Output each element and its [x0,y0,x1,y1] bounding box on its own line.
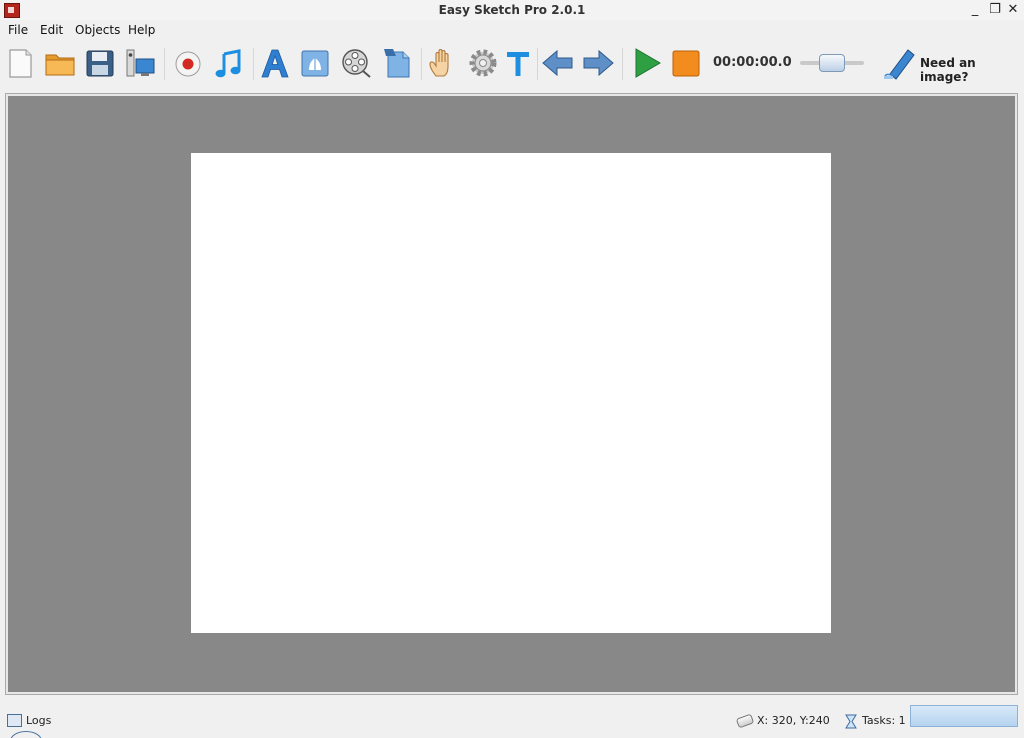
menu-bar: File Edit Objects Help [0,21,1024,41]
eraser-pen-icon [884,49,915,80]
title-bar: Easy Sketch Pro 2.0.1 _ ❐ ✕ [0,0,1024,20]
minimize-button[interactable]: _ [966,1,984,19]
task-progress-bar [910,705,1018,727]
stop-button[interactable] [669,46,703,80]
toolbar-separator [253,48,254,80]
film-reel-icon [342,49,371,78]
menu-help[interactable]: Help [128,23,155,37]
export-button[interactable] [123,46,157,80]
maximize-button[interactable]: ❐ [986,1,1004,19]
drawing-canvas[interactable] [191,153,831,633]
next-button[interactable] [581,46,615,80]
play-icon [635,48,661,78]
toolbar-separator [421,48,422,80]
hand-tool-button[interactable] [426,46,460,80]
floppy-disk-icon [86,50,114,77]
blank-page-icon [9,49,32,78]
gear-icon [469,49,497,77]
coordinates-label: X: 320, Y:240 [757,714,830,727]
timer-readout: 00:00:00.0 [713,55,792,70]
record-button[interactable] [171,46,205,80]
arrow-left-icon [542,49,573,77]
text-tool-button[interactable] [501,46,535,80]
app-window: Easy Sketch Pro 2.0.1 _ ❐ ✕ File Edit Ob… [0,0,1024,738]
add-video-button[interactable] [339,46,373,80]
zoom-slider[interactable] [800,53,864,73]
music-button[interactable] [211,46,245,80]
arrow-right-icon [583,49,614,77]
record-icon [175,51,201,77]
toolbar-separator [622,48,623,80]
toolbar: 00:00:00.0 Need an image? [0,42,1024,88]
save-project-button[interactable] [83,46,117,80]
slider-thumb[interactable] [819,54,845,72]
image-icon [301,50,329,77]
logs-icon [7,714,22,727]
toolbar-separator [164,48,165,80]
close-button[interactable]: ✕ [1004,1,1022,19]
open-project-button[interactable] [43,46,77,80]
add-image-button[interactable] [298,46,332,80]
play-button[interactable] [630,46,664,80]
tasks-label: Tasks: 1 [862,714,906,727]
window-title: Easy Sketch Pro 2.0.1 [438,3,586,17]
new-document-button[interactable] [3,46,37,80]
text-t-icon [507,52,529,76]
menu-objects[interactable]: Objects [75,23,120,37]
menu-edit[interactable]: Edit [40,23,63,37]
letter-a-icon [261,49,289,78]
document-icon [384,49,410,78]
add-file-button[interactable] [380,46,414,80]
folder-icon [45,54,75,76]
settings-button[interactable] [466,46,500,80]
previous-button[interactable] [541,46,575,80]
stop-icon [672,50,700,77]
status-bar: Logs X: 320, Y:240 Tasks: 1 [0,706,1024,738]
workspace-area[interactable] [5,93,1018,695]
hourglass-icon [845,714,857,729]
music-note-icon [215,49,241,78]
computer-export-icon [126,49,155,77]
menu-file[interactable]: File [8,23,28,37]
add-text-button[interactable] [258,46,292,80]
logs-label: Logs [26,714,52,727]
eraser-icon [735,713,755,729]
need-image-label: Need an image? [920,56,976,84]
need-image-button[interactable]: Need an image? [882,46,1018,84]
toolbar-separator [537,48,538,80]
hand-icon [429,48,449,77]
